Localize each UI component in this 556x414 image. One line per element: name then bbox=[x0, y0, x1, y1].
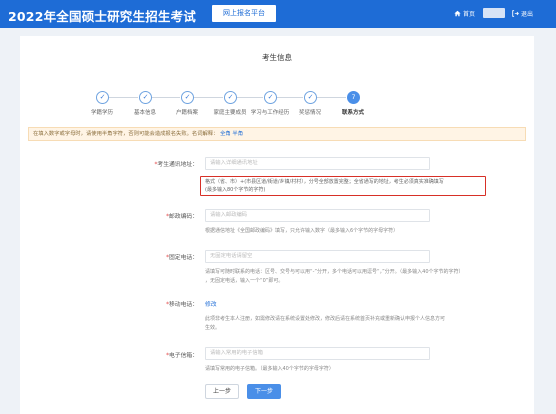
phone-hint-line1: 请填写可随时联系的电话：区号、交号与可以用“-”分开，多个电话可以用逗号“，”分… bbox=[205, 269, 464, 275]
step-check-icon: ✓ bbox=[264, 91, 277, 104]
email-input[interactable]: 请输入常用的电子信箱 bbox=[205, 347, 430, 360]
home-icon bbox=[454, 10, 461, 17]
email-label: *电子信箱： bbox=[166, 353, 198, 359]
top-navigation-bar: 2022年全国硕士研究生招生考试 网上报名平台 首页 退出 bbox=[0, 0, 556, 28]
phone-label: *固定电话： bbox=[166, 255, 198, 261]
stepper-connector bbox=[194, 97, 223, 98]
home-label: 首页 bbox=[463, 11, 476, 18]
notice-banner: 在填入数字或字母时，请使用半角字符，否则可能会造成报名失败。名词解释： 全角 半… bbox=[28, 127, 526, 141]
prev-step-button[interactable]: 上一步 bbox=[205, 384, 239, 399]
mobile-edit-link[interactable]: 修改 bbox=[205, 299, 217, 308]
step-check-icon: ✓ bbox=[139, 91, 152, 104]
mobile-label: *移动电话： bbox=[166, 302, 198, 308]
stepper-connector bbox=[277, 97, 303, 98]
avatar bbox=[483, 8, 505, 18]
phone-hint-line2: ，无固定电话，输入一个“0”即可。 bbox=[205, 278, 284, 284]
home-link[interactable]: 首页 bbox=[454, 9, 475, 18]
next-step-button[interactable]: 下一步 bbox=[247, 384, 281, 399]
exam-title: 2022年全国硕士研究生招生考试 bbox=[8, 9, 196, 24]
mobile-hint-line1: 此项非考生本人注册，如需修改请在系统设置处修改，修改后请在系统首页补充或重新确认… bbox=[205, 316, 446, 322]
phone-input[interactable]: 无固定电话请留空 bbox=[205, 250, 430, 263]
address-label: *考生通讯地址： bbox=[154, 162, 199, 168]
email-hint: 请填写常用的电子信箱。（最多输入40个字节的字母字符） bbox=[205, 366, 334, 372]
mobile-hint-line2: 生效。 bbox=[205, 325, 221, 331]
step-check-icon: ✓ bbox=[96, 91, 109, 104]
registration-platform-button[interactable]: 网上报名平台 bbox=[212, 5, 276, 22]
step-active-indicator: 7 bbox=[347, 91, 360, 104]
step-check-icon: ✓ bbox=[181, 91, 194, 104]
logout-label: 退出 bbox=[521, 11, 534, 18]
stepper-connector bbox=[237, 97, 263, 98]
address-hint-line1: 格式（省、市）+(市县区道/街道/乡镇/村村），分号全部放置完整；全省通写的地址… bbox=[205, 179, 444, 185]
postcode-label: *邮政编码： bbox=[166, 214, 198, 220]
address-input[interactable]: 请输入详细通讯地址 bbox=[205, 157, 430, 170]
logout-link[interactable]: 退出 bbox=[512, 9, 533, 18]
logout-icon bbox=[512, 10, 519, 17]
step-label[interactable]: 联系方式 bbox=[328, 108, 378, 116]
notice-text: 在填入数字或字母时，请使用半角字符，否则可能会造成报名失败。名词解释： bbox=[33, 131, 219, 137]
stepper-connector bbox=[152, 97, 180, 98]
step-check-icon: ✓ bbox=[224, 91, 237, 104]
stepper-connector bbox=[109, 97, 138, 98]
postcode-hint: 根据通信地址《全国邮政编码》填写，只允许输入数字（最多输入6个字节的字母字符） bbox=[205, 228, 399, 234]
postcode-input[interactable]: 请输入邮政编码 bbox=[205, 209, 430, 222]
page-title: 考生信息 bbox=[262, 53, 292, 62]
address-hint-line2: (最多输入80个字节的字符) bbox=[205, 187, 266, 193]
stepper-connector bbox=[317, 97, 346, 98]
halfwidth-term-link[interactable]: 半角 bbox=[232, 131, 243, 137]
step-check-icon: ✓ bbox=[304, 91, 317, 104]
fullwidth-term-link[interactable]: 全角 bbox=[220, 131, 231, 137]
